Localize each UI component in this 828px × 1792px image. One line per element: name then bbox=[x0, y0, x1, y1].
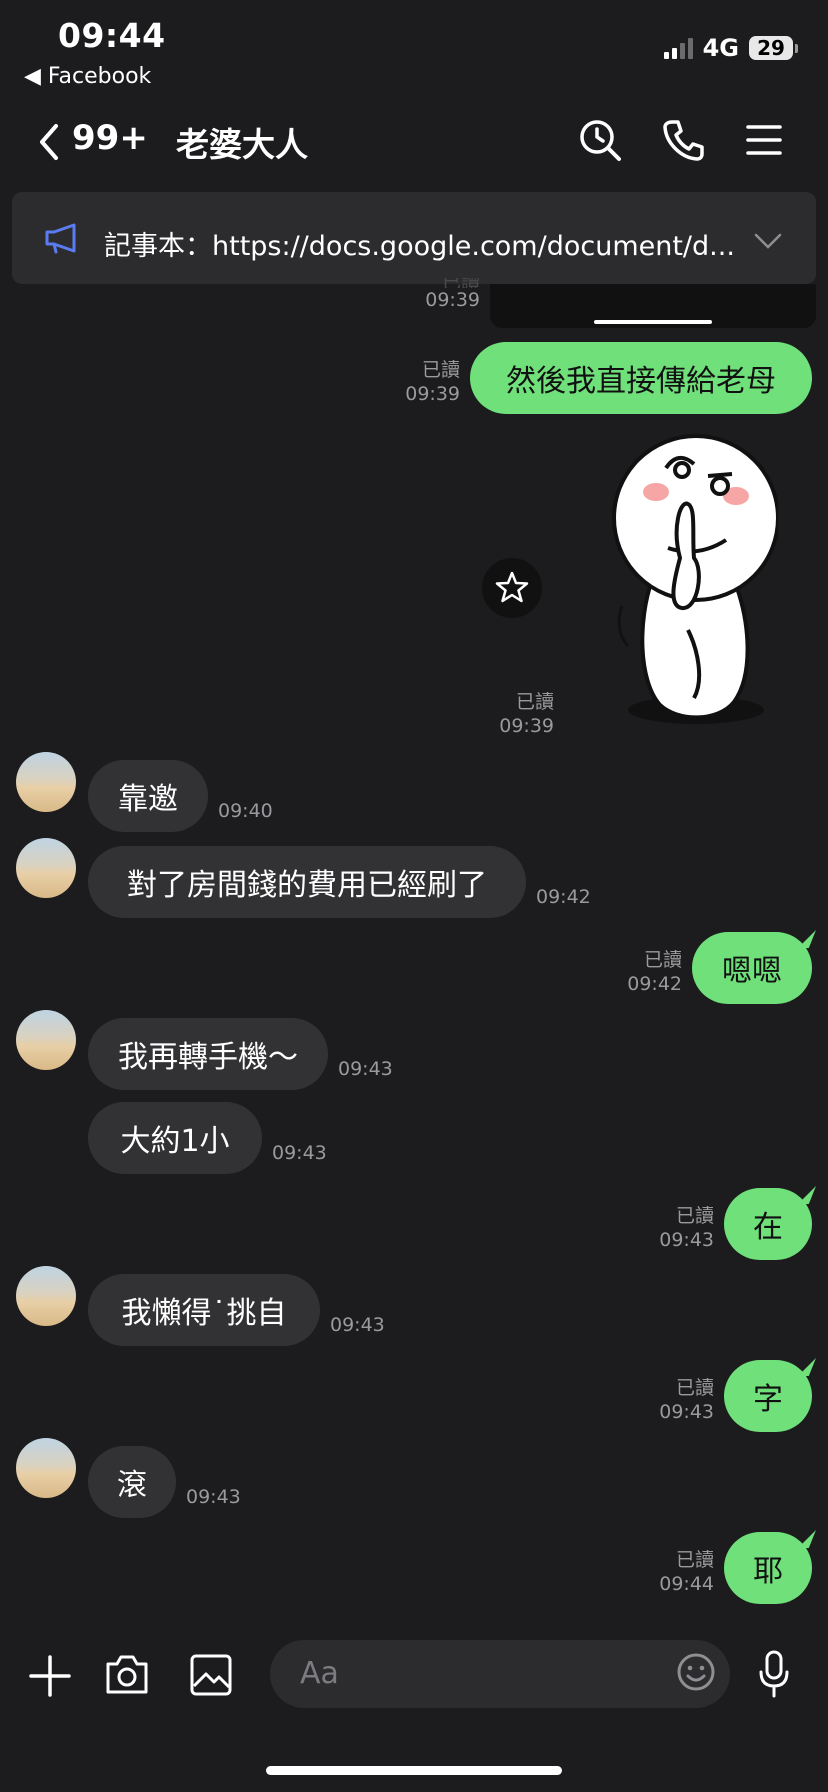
avatar[interactable] bbox=[16, 1266, 76, 1326]
message-meta: 已讀 09:43 bbox=[659, 1377, 714, 1423]
incoming-message[interactable]: 靠邀 bbox=[88, 760, 208, 832]
outgoing-message[interactable]: 嗯嗯 bbox=[692, 932, 812, 1004]
favorite-sticker-button[interactable] bbox=[482, 558, 542, 618]
message-time: 09:40 bbox=[218, 800, 273, 822]
image-message-fragment[interactable] bbox=[490, 284, 816, 328]
back-to-facebook-link[interactable]: ◀ Facebook bbox=[24, 64, 151, 89]
signal-icon bbox=[663, 37, 693, 59]
incoming-message[interactable]: 對了房間錢的費用已經刷了 bbox=[88, 846, 526, 918]
chevron-down-icon[interactable] bbox=[754, 232, 782, 250]
message-meta: 已讀 09:42 bbox=[627, 949, 682, 995]
message-time: 09:43 bbox=[186, 1486, 241, 1508]
megaphone-icon bbox=[45, 223, 76, 254]
unread-count[interactable]: 99+ bbox=[72, 118, 148, 158]
back-chevron-icon[interactable] bbox=[34, 122, 64, 162]
home-indicator[interactable] bbox=[266, 1766, 562, 1775]
notice-text[interactable]: 記事本：https://docs.google.com/document/d..… bbox=[104, 224, 735, 263]
message-meta: 已讀 09:44 bbox=[659, 1549, 714, 1595]
chat-title[interactable]: 老婆大人 bbox=[176, 118, 308, 166]
outgoing-message[interactable]: 在 bbox=[724, 1188, 812, 1260]
incoming-message[interactable]: 大約1小 bbox=[88, 1102, 262, 1174]
status-time: 09:44 bbox=[58, 16, 166, 55]
incoming-message[interactable]: 我再轉手機～ bbox=[88, 1018, 328, 1090]
avatar[interactable] bbox=[16, 1438, 76, 1498]
microphone-icon[interactable] bbox=[758, 1650, 790, 1698]
menu-icon[interactable] bbox=[742, 118, 786, 162]
battery-icon: 29 bbox=[749, 36, 798, 60]
message-time: 09:43 bbox=[338, 1058, 393, 1080]
message-meta: 已讀 09:39 bbox=[499, 691, 554, 737]
avatar[interactable] bbox=[16, 1010, 76, 1070]
avatar[interactable] bbox=[16, 752, 76, 812]
camera-icon[interactable] bbox=[104, 1652, 150, 1696]
status-indicators: 4G 29 bbox=[663, 34, 798, 62]
battery-level: 29 bbox=[749, 36, 793, 60]
phone-icon[interactable] bbox=[662, 118, 706, 162]
message-time: 09:43 bbox=[330, 1314, 385, 1336]
outgoing-message[interactable]: 然後我直接傳給老母 bbox=[470, 342, 812, 414]
message-meta: 已讀 09:43 bbox=[659, 1205, 714, 1251]
search-history-icon[interactable] bbox=[578, 118, 622, 162]
message-time: 09:42 bbox=[536, 886, 591, 908]
incoming-message[interactable]: 滾 bbox=[88, 1446, 176, 1518]
emoji-icon[interactable] bbox=[676, 1652, 716, 1692]
message-input-placeholder: Aa bbox=[300, 1656, 339, 1691]
message-meta: 已讀 09:39 bbox=[405, 359, 460, 405]
avatar[interactable] bbox=[16, 838, 76, 898]
sticker-image[interactable] bbox=[608, 430, 778, 730]
message-meta: 已讀 09:39 bbox=[425, 278, 480, 311]
outgoing-message[interactable]: 字 bbox=[724, 1360, 812, 1432]
network-label: 4G bbox=[702, 34, 739, 62]
image-icon[interactable] bbox=[190, 1654, 232, 1696]
message-input[interactable] bbox=[270, 1640, 730, 1708]
message-time: 09:43 bbox=[272, 1142, 327, 1164]
plus-icon[interactable] bbox=[28, 1654, 72, 1698]
star-icon bbox=[495, 571, 529, 603]
outgoing-message[interactable]: 耶 bbox=[724, 1532, 812, 1604]
incoming-message[interactable]: 我懶得˙挑自 bbox=[88, 1274, 320, 1346]
